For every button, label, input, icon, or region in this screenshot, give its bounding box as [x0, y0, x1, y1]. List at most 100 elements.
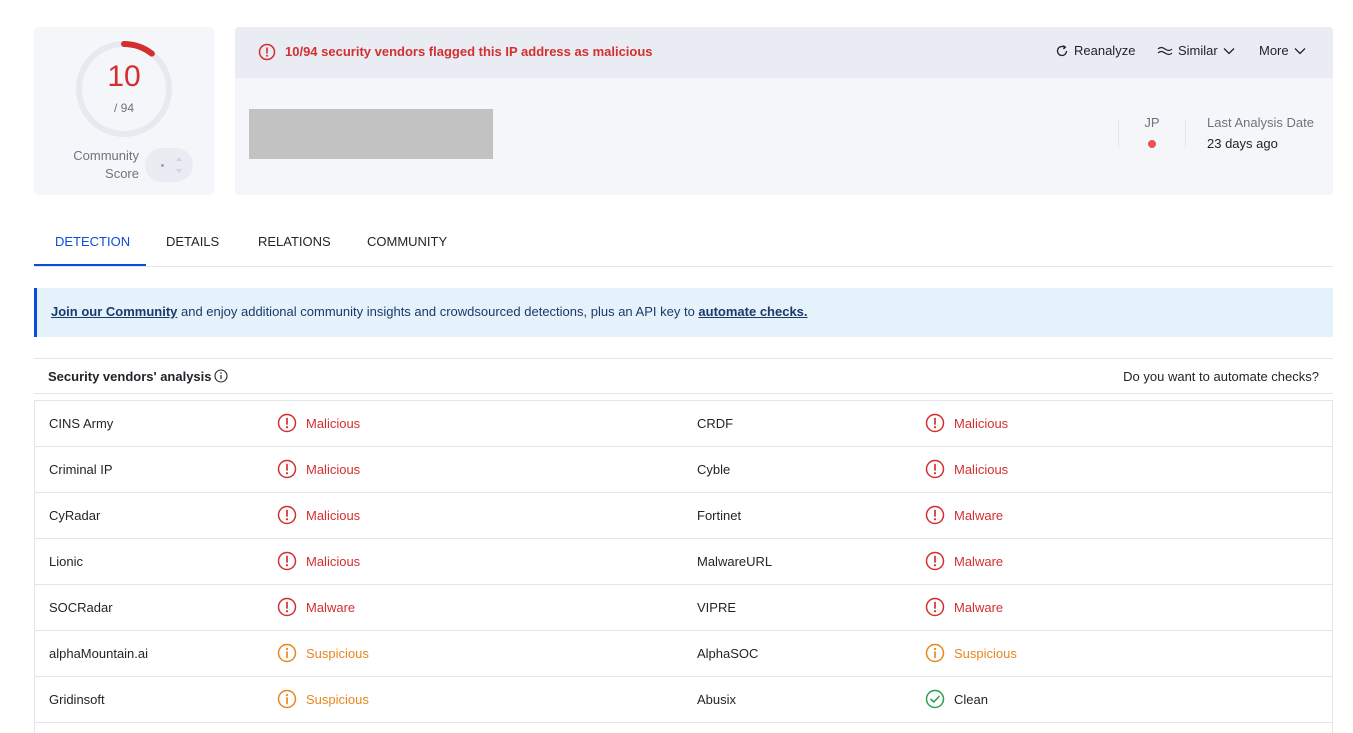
vendor-result-label: Malware	[954, 553, 1004, 569]
vendor-name: AlphaSOC	[697, 646, 759, 661]
vendor-row: Lionic Malicious MalwareURL Malware	[35, 539, 1332, 585]
reanalyze-button[interactable]: Reanalyze	[1055, 43, 1135, 58]
refresh-icon	[1055, 44, 1069, 58]
page: 10 / 94 Community Score 10/94 security v…	[0, 0, 1353, 733]
vote-up-icon[interactable]	[176, 157, 182, 161]
vendor-result: Malicious	[925, 413, 1008, 433]
vendor-result-label: Malware	[954, 507, 1004, 523]
vendor-result-label: Malicious	[306, 553, 361, 569]
alert-circle-icon	[258, 43, 276, 61]
tab-community[interactable]: COMMUNITY	[367, 220, 447, 266]
vote-down-icon[interactable]	[176, 169, 182, 173]
malicious-alert-icon	[925, 551, 945, 571]
chevron-down-icon	[1223, 47, 1235, 55]
vendor-result-label: Malicious	[306, 461, 361, 477]
automate-checks-prompt[interactable]: Do you want to automate checks?	[1123, 369, 1319, 384]
more-label: More	[1259, 43, 1289, 58]
community-label-line1: Community	[73, 148, 139, 163]
automate-checks-link[interactable]: automate checks.	[698, 304, 807, 319]
vendor-name: Fortinet	[697, 508, 742, 523]
community-vote-control[interactable]	[145, 148, 193, 182]
vendor-result-label: Malicious	[306, 507, 361, 523]
vendor-name: VIPRE	[697, 600, 737, 615]
vendor-result-label: Suspicious	[954, 645, 1017, 661]
tab-detection[interactable]: DETECTION	[55, 220, 130, 266]
detected-count: 10	[107, 60, 141, 93]
vendor-name: Cyble	[697, 462, 731, 477]
vendors-table: CINS Army Malicious CRDF Malicious Criminal …	[34, 400, 1333, 733]
suspicious-info-icon	[277, 643, 297, 663]
vendor-name: CRDF	[697, 416, 734, 431]
vendor-result-label: Suspicious	[306, 691, 369, 707]
vendor-result-label: Clean	[954, 691, 988, 707]
community-score-label: Community Score	[64, 147, 139, 183]
vendor-result: Malicious	[277, 413, 360, 433]
country-code: JP	[1144, 115, 1160, 130]
tab-details[interactable]: DETAILS	[166, 220, 219, 266]
similar-icon	[1157, 45, 1173, 57]
vendor-result-label: Malware	[306, 599, 356, 615]
vendor-name: alphaMountain.ai	[49, 646, 149, 661]
chevron-down-icon	[1294, 47, 1306, 55]
community-banner: Join our Community and enjoy additional …	[34, 288, 1333, 337]
malicious-alert-icon	[925, 597, 945, 617]
reanalyze-label: Reanalyze	[1074, 43, 1136, 58]
vendor-result-label: Malware	[954, 599, 1004, 615]
malicious-alert-icon	[925, 459, 945, 479]
join-community-link[interactable]: Join our Community	[51, 304, 177, 319]
vendor-row: SOCRadar Malware VIPRE Malware	[35, 585, 1332, 631]
vendor-name: MalwareURL	[697, 554, 773, 569]
banner-text: and enjoy additional community insights …	[177, 304, 699, 319]
vendor-row: CyRadar Malicious Fortinet Malware	[35, 493, 1332, 539]
malicious-alert-icon	[277, 551, 297, 571]
vendor-result-label: Suspicious	[306, 645, 369, 661]
vendor-result: Suspicious	[925, 643, 1017, 663]
similar-button[interactable]: Similar	[1157, 43, 1235, 58]
vendor-result: Malicious	[277, 459, 360, 479]
vendor-result: Suspicious	[277, 643, 369, 663]
alert-bar: 10/94 security vendors flagged this IP a…	[235, 27, 1333, 78]
vendor-row: Criminal IP Malicious Cyble Malicious	[35, 447, 1332, 493]
clean-check-icon	[925, 689, 945, 709]
community-label-line2: Score	[105, 166, 139, 181]
malicious-alert-icon	[925, 505, 945, 525]
divider	[1185, 121, 1186, 147]
malicious-alert-icon	[277, 413, 297, 433]
more-button[interactable]: More	[1259, 43, 1306, 58]
similar-label: Similar	[1178, 43, 1218, 58]
active-tab-indicator	[34, 264, 146, 266]
info-icon[interactable]	[214, 369, 228, 383]
vendor-row: alphaMountain.ai Suspicious AlphaSOC Suspic…	[35, 631, 1332, 677]
vendor-row: CINS Army Malicious CRDF Malicious	[35, 401, 1332, 447]
vendors-header: Security vendors' analysis Do you want t…	[34, 358, 1333, 394]
vendor-result-label: Malicious	[954, 415, 1009, 431]
vendor-result: Clean	[925, 689, 988, 709]
suspicious-info-icon	[925, 643, 945, 663]
vendor-result-label: Malicious	[306, 415, 361, 431]
vendor-name: CINS Army	[49, 416, 114, 431]
vendor-result: Malware	[277, 597, 355, 617]
vendor-result-label: Malicious	[954, 461, 1009, 477]
vendors-title: Security vendors' analysis	[48, 369, 212, 384]
malicious-alert-icon	[277, 505, 297, 525]
alert-message: 10/94 security vendors flagged this IP a…	[285, 44, 653, 59]
vendor-result: Malicious	[277, 551, 360, 571]
last-analysis-label: Last Analysis Date	[1207, 115, 1314, 130]
vendor-name: Gridinsoft	[49, 692, 105, 707]
vendor-result: Malware	[925, 597, 1003, 617]
last-analysis-value: 23 days ago	[1207, 136, 1278, 151]
suspicious-info-icon	[277, 689, 297, 709]
score-card: 10 / 94 Community Score	[34, 27, 214, 195]
vendor-result: Malware	[925, 551, 1003, 571]
malicious-alert-icon	[277, 597, 297, 617]
vendor-result: Malicious	[277, 505, 360, 525]
tab-bar: DETECTION DETAILS RELATIONS COMMUNITY	[34, 220, 1333, 267]
tab-relations[interactable]: RELATIONS	[258, 220, 331, 266]
report-header: 10/94 security vendors flagged this IP a…	[235, 27, 1333, 195]
vendor-result: Malicious	[925, 459, 1008, 479]
vendor-name: Criminal IP	[49, 462, 113, 477]
country-flag-icon	[1148, 140, 1156, 148]
vendor-result: Malware	[925, 505, 1003, 525]
divider	[1118, 121, 1119, 147]
redacted-ip-address	[249, 109, 493, 159]
